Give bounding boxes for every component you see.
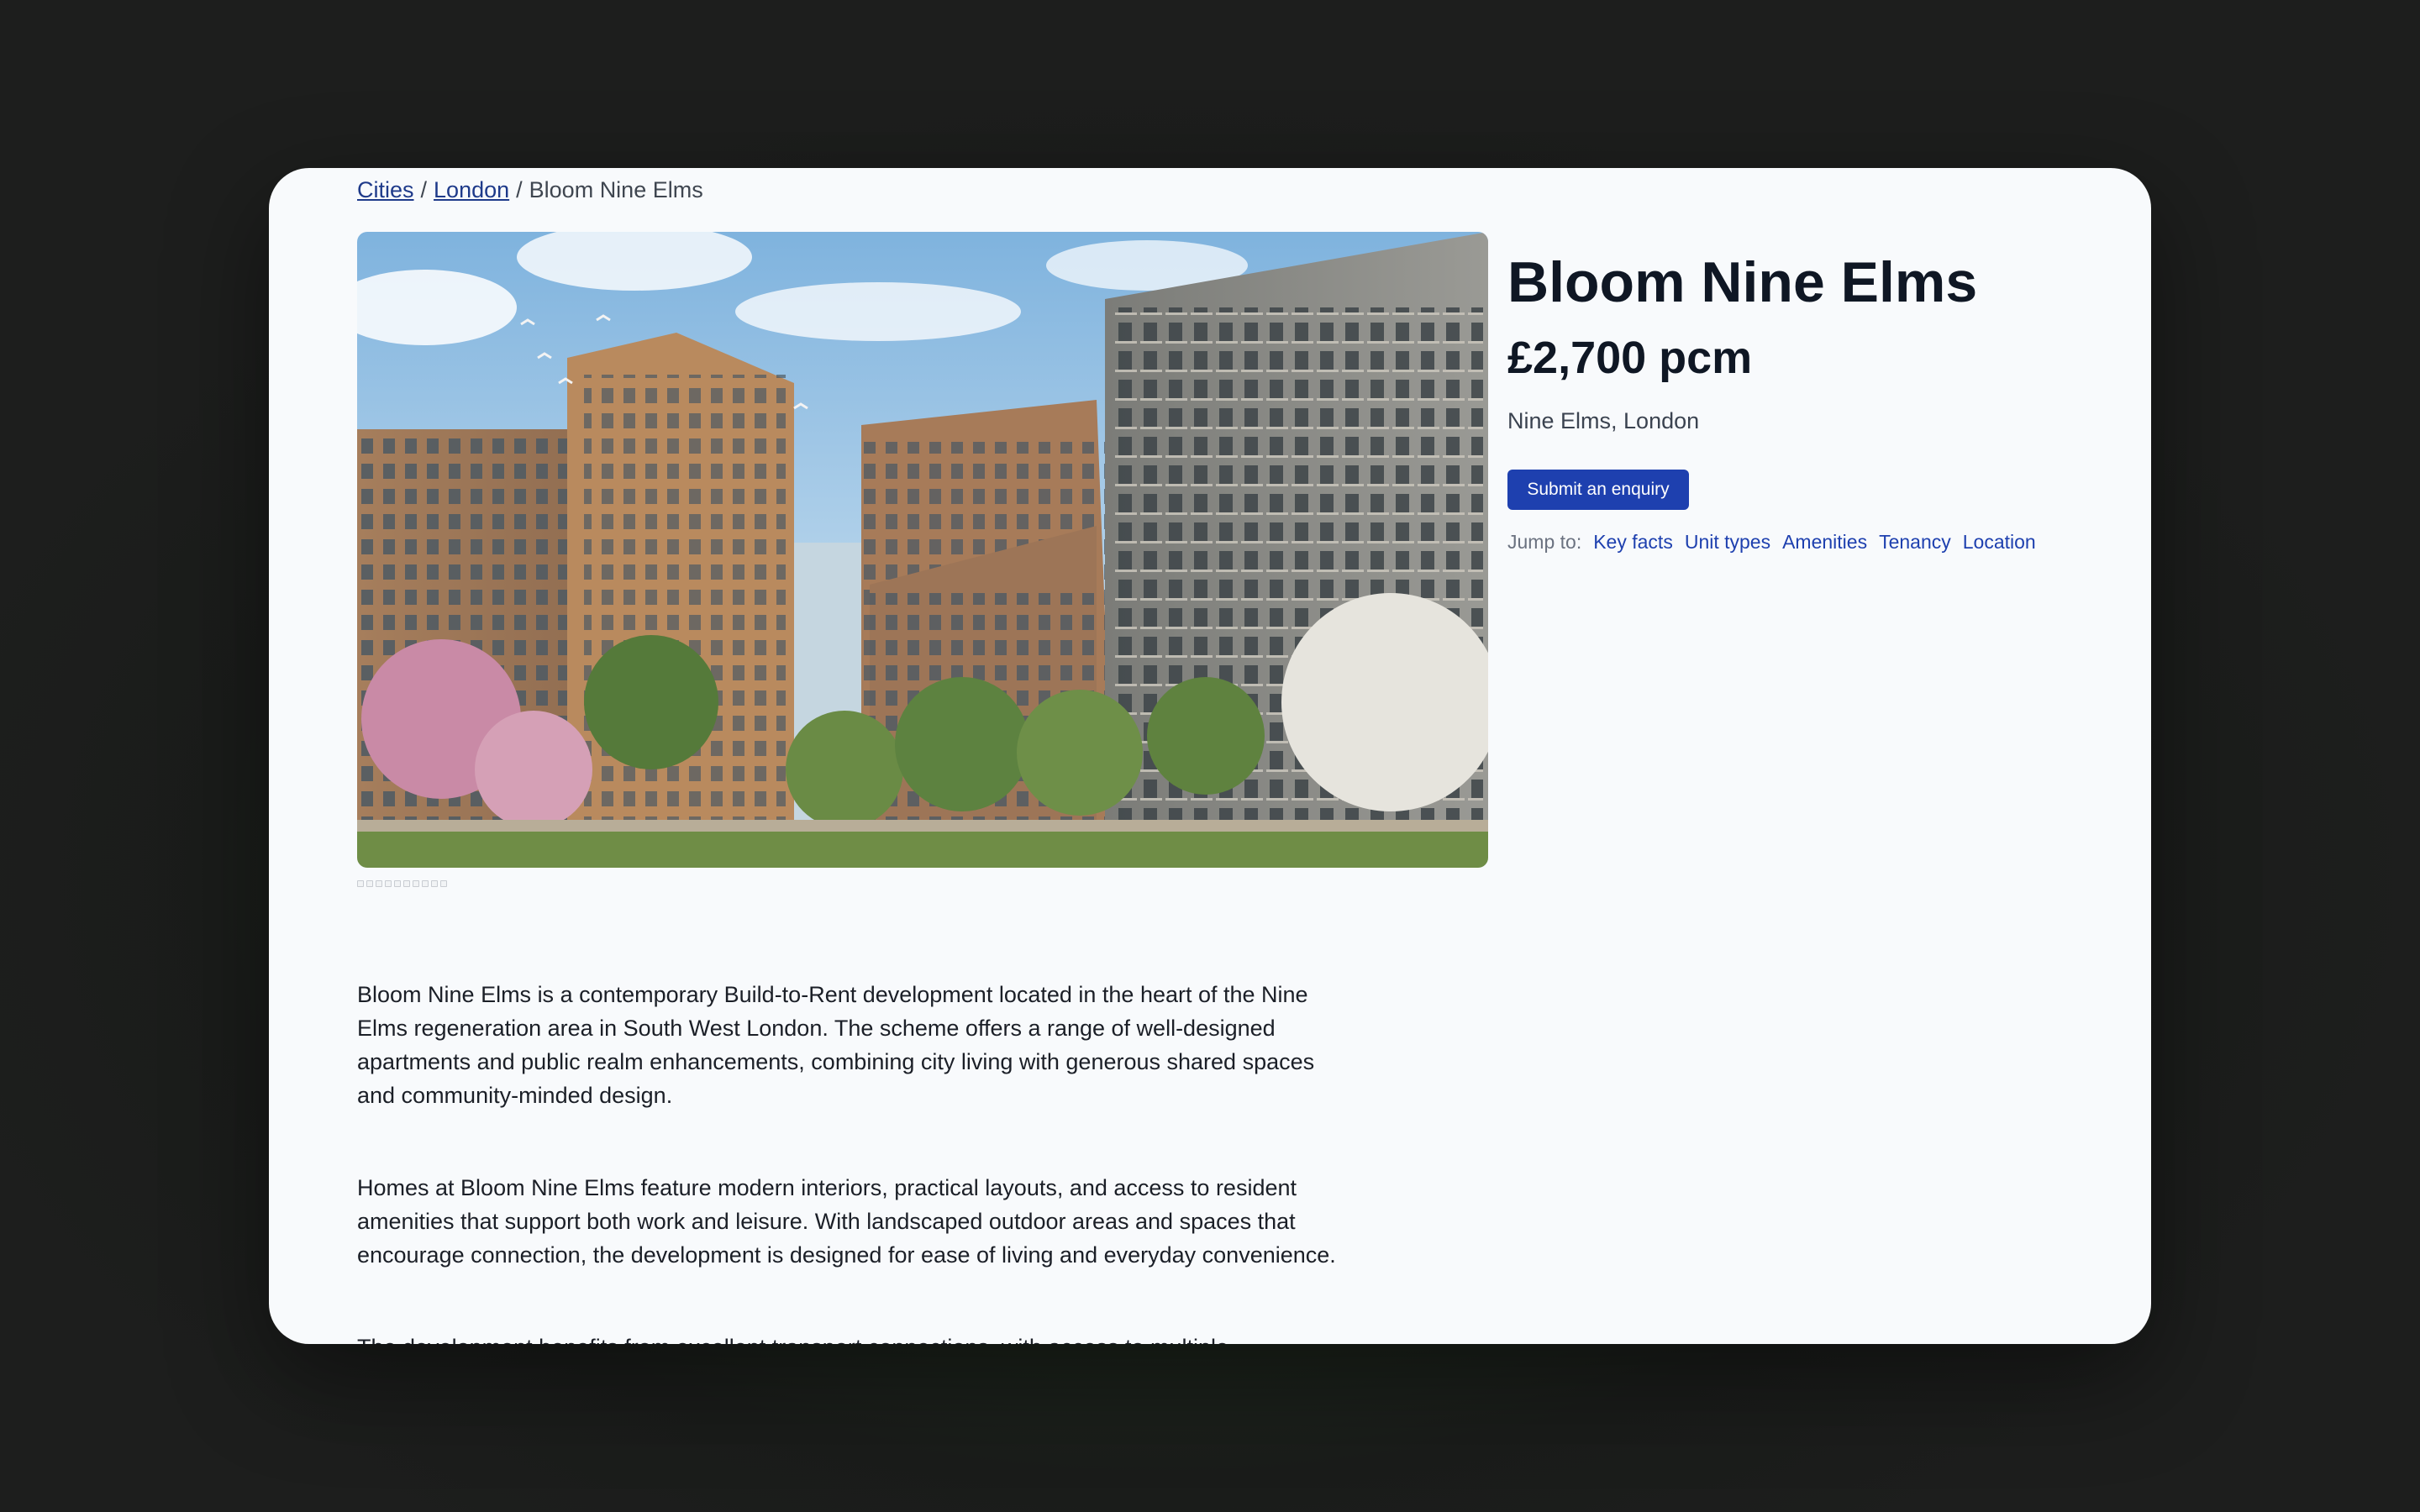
hero-image[interactable]: [357, 232, 1488, 868]
breadcrumb-separator: /: [516, 177, 523, 202]
description-paragraph: The development benefits from excellent …: [357, 1331, 1349, 1344]
jump-link-key-facts[interactable]: Key facts: [1593, 529, 1673, 554]
browser-window: Cities / London / Bloom Nine Elms Bloom …: [269, 168, 2151, 1344]
breadcrumb-link-london[interactable]: London: [434, 177, 509, 202]
listing-description: Bloom Nine Elms is a contemporary Build-…: [357, 978, 1349, 1344]
gallery-dot[interactable]: [394, 880, 401, 887]
breadcrumb: Cities / London / Bloom Nine Elms: [357, 176, 703, 203]
breadcrumb-current: Bloom Nine Elms: [529, 177, 703, 202]
description-paragraph: Bloom Nine Elms is a contemporary Build-…: [357, 982, 1315, 1108]
gallery-dot[interactable]: [376, 880, 382, 887]
description-paragraph: Homes at Bloom Nine Elms feature modern …: [357, 1175, 1336, 1268]
jump-to-label: Jump to:: [1507, 531, 1582, 553]
breadcrumb-link-cities[interactable]: Cities: [357, 177, 414, 202]
gallery-dot[interactable]: [440, 880, 447, 887]
submit-enquiry-button[interactable]: Submit an enquiry: [1507, 470, 1689, 510]
gallery-dot[interactable]: [366, 880, 373, 887]
gallery-dot[interactable]: [431, 880, 438, 887]
listing-title: Bloom Nine Elms: [1507, 250, 1978, 314]
jump-to-nav: Jump to: Key facts Unit types Amenities …: [1507, 529, 2036, 554]
gallery-dot[interactable]: [357, 880, 364, 887]
breadcrumb-separator: /: [420, 177, 428, 202]
jump-link-tenancy[interactable]: Tenancy: [1879, 529, 1951, 554]
jump-link-amenities[interactable]: Amenities: [1782, 529, 1867, 554]
listing-price: £2,700 pcm: [1507, 333, 1753, 383]
gallery-dot[interactable]: [403, 880, 410, 887]
gallery-dot[interactable]: [422, 880, 429, 887]
building-rendering-image: [357, 232, 1488, 868]
listing-location: Nine Elms, London: [1507, 408, 1700, 433]
gallery-dot[interactable]: [413, 880, 419, 887]
gallery-dot[interactable]: [385, 880, 392, 887]
jump-link-unit-types[interactable]: Unit types: [1685, 529, 1770, 554]
gallery-dots[interactable]: [357, 880, 447, 887]
jump-link-location[interactable]: Location: [1963, 529, 2036, 554]
